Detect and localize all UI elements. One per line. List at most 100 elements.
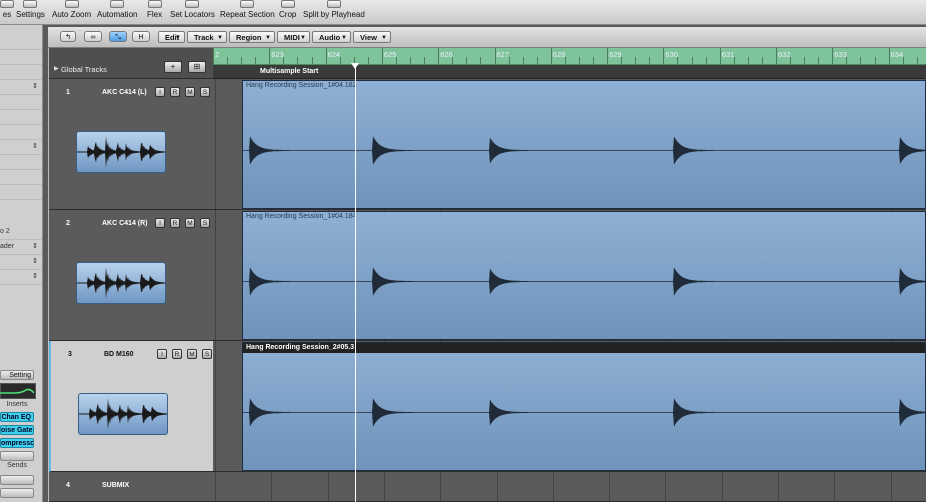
- track-header[interactable]: 1 AKC C414 (L) I R M S: [49, 79, 213, 210]
- back-arrow-icon[interactable]: ↰: [60, 31, 76, 42]
- track-button-s[interactable]: S: [202, 349, 212, 359]
- region-name[interactable]: Hang Recording Session_1#04.184: [243, 212, 925, 222]
- track-button-i[interactable]: I: [157, 349, 167, 359]
- toolbar-button-automation[interactable]: Automation: [97, 0, 137, 24]
- audio-region[interactable]: Hang Recording Session_1#04.184: [242, 211, 926, 340]
- inspector-row[interactable]: [0, 155, 42, 170]
- toolbar-button-label: Automation: [97, 10, 138, 19]
- track-button-r[interactable]: R: [170, 218, 180, 228]
- bar-number: 623: [271, 50, 284, 59]
- menu-edit[interactable]: Edit ▼: [158, 31, 185, 43]
- ruler-tick: [339, 57, 341, 64]
- marker-lane[interactable]: Multisample Start: [213, 65, 926, 79]
- bar-ruler[interactable]: 2 623 624 625 626 627 628 629 630 631 632 633 634: [213, 48, 926, 65]
- track-button-m[interactable]: M: [185, 218, 195, 228]
- insert-slot[interactable]: ompresso: [0, 438, 34, 448]
- bar-number: 2: [215, 50, 220, 59]
- track-header[interactable]: 3 BD M160 I R M S: [49, 341, 213, 472]
- track-button-r[interactable]: R: [170, 87, 180, 97]
- toolbar-icon: [23, 0, 38, 8]
- stepper-arrows-icon[interactable]: ⇕: [32, 240, 38, 254]
- insert-slot[interactable]: Chan EQ: [0, 412, 34, 422]
- inspector-row[interactable]: ⇕: [0, 255, 42, 270]
- send-slot[interactable]: [0, 475, 34, 485]
- track-header[interactable]: 2 AKC C414 (R) I R M S: [49, 210, 213, 341]
- toolbar-button-set-locators[interactable]: Set Locators: [170, 0, 215, 24]
- stepper-arrows-icon[interactable]: ⇕: [32, 80, 38, 94]
- catch-playhead-icon[interactable]: ⤡: [109, 31, 127, 42]
- new-folder-button[interactable]: ⊞: [188, 61, 206, 73]
- toolbar-button-flex[interactable]: Flex: [147, 0, 162, 24]
- track-button-s[interactable]: S: [200, 87, 210, 97]
- track-header[interactable]: 4 SUBMIX: [49, 472, 213, 502]
- setting-button[interactable]: Setting: [0, 370, 34, 380]
- track-name[interactable]: AKC C414 (R): [102, 220, 148, 227]
- track-button-s[interactable]: S: [200, 218, 210, 228]
- inspector-row[interactable]: ⇕: [0, 140, 42, 155]
- track-number: 1: [66, 89, 70, 96]
- inspector-row[interactable]: [0, 185, 42, 200]
- track-button-i[interactable]: I: [155, 87, 165, 97]
- toolbar-icon: [185, 0, 200, 8]
- track-name[interactable]: AKC C414 (L): [102, 89, 147, 96]
- link-icon[interactable]: ∞: [84, 31, 102, 42]
- toolbar-icon: [280, 0, 295, 8]
- add-track-button[interactable]: +: [164, 61, 182, 73]
- audio-region[interactable]: Hang Recording Session_2#05.3: [242, 342, 926, 471]
- playhead-handle-icon[interactable]: [351, 63, 359, 69]
- inspector-row[interactable]: [0, 125, 42, 140]
- toolbar-button-es[interactable]: es: [0, 0, 14, 24]
- grid-line: [496, 472, 498, 502]
- track-name[interactable]: BD M160: [104, 351, 134, 358]
- bar-number: 633: [834, 50, 847, 59]
- toolbar-button-auto-zoom[interactable]: Auto Zoom: [52, 0, 91, 24]
- inspector-row[interactable]: ⇕: [0, 270, 42, 285]
- insert-slot[interactable]: oise Gate: [0, 425, 34, 435]
- track-button-m[interactable]: M: [187, 349, 197, 359]
- stepper-arrows-icon[interactable]: ⇕: [32, 270, 38, 284]
- disclosure-triangle-icon[interactable]: ▶: [54, 65, 59, 72]
- track-button-i[interactable]: I: [155, 218, 165, 228]
- track-button-r[interactable]: R: [172, 349, 182, 359]
- playhead[interactable]: [355, 64, 356, 502]
- inspector-row[interactable]: [0, 110, 42, 125]
- toolbar-button-crop[interactable]: Crop: [279, 0, 296, 24]
- send-slot[interactable]: [0, 488, 34, 498]
- region-name[interactable]: Hang Recording Session_2#05.3: [243, 343, 925, 353]
- ruler-tick: [297, 57, 299, 64]
- stepper-arrows-icon[interactable]: ⇕: [32, 140, 38, 154]
- inspector-row[interactable]: o 2: [0, 225, 42, 240]
- toolbar-button-split-by-playhead[interactable]: Split by Playhead: [303, 0, 365, 24]
- ruler-tick: [593, 57, 595, 64]
- menu-track[interactable]: Track ▼: [187, 31, 227, 43]
- inspector-row[interactable]: ader ⇕: [0, 240, 42, 255]
- marker-label[interactable]: Multisample Start: [260, 68, 318, 75]
- track-lane[interactable]: [213, 472, 926, 502]
- toolbar-button-repeat-section[interactable]: Repeat Section: [220, 0, 275, 24]
- region-name[interactable]: Hang Recording Session_1#04.182: [243, 81, 925, 91]
- inspector-row[interactable]: [0, 170, 42, 185]
- inspector-row[interactable]: [0, 65, 42, 80]
- stepper-arrows-icon[interactable]: ⇕: [32, 255, 38, 269]
- ruler-tick: [916, 57, 918, 64]
- ruler-tick: [311, 57, 313, 64]
- toolbar-button-settings[interactable]: Settings: [16, 0, 45, 24]
- inserts-label: Inserts: [6, 401, 28, 408]
- chevron-down-icon: ▼: [300, 35, 306, 41]
- menu-midi[interactable]: MIDI ▼: [277, 31, 310, 43]
- audio-region[interactable]: Hang Recording Session_1#04.182: [242, 80, 926, 209]
- inspector-row[interactable]: ⇕: [0, 80, 42, 95]
- menu-region[interactable]: Region ▼: [229, 31, 275, 43]
- inspector-row[interactable]: [0, 50, 42, 65]
- global-tracks-header[interactable]: ▶ Global Tracks + ⊞: [49, 48, 213, 79]
- menu-view[interactable]: View ▼: [353, 31, 391, 43]
- hide-button[interactable]: H: [132, 31, 150, 42]
- track-button-m[interactable]: M: [185, 87, 195, 97]
- track-name[interactable]: SUBMIX: [102, 482, 129, 489]
- empty-insert-slot[interactable]: [0, 451, 34, 461]
- ruler-tick: [564, 57, 566, 64]
- inspector-row[interactable]: [0, 95, 42, 110]
- inspector-row[interactable]: [0, 35, 42, 50]
- toolbar-icon: [240, 0, 255, 8]
- menu-audio[interactable]: Audio ▼: [312, 31, 351, 43]
